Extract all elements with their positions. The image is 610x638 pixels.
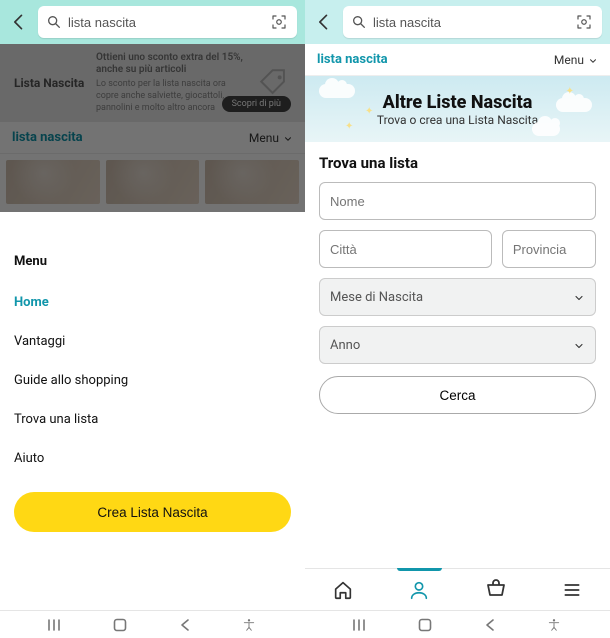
hero-subtitle: Trova o crea una Lista Nascita (377, 113, 538, 127)
promo-subtext: Lo sconto per la lista nascita ora copre… (96, 79, 226, 113)
month-select[interactable]: Mese di Nascita (319, 278, 596, 316)
tag-icon (257, 66, 291, 100)
star-icon: ✦ (365, 106, 373, 117)
hamburger-icon (562, 580, 582, 600)
search-box[interactable] (38, 6, 297, 38)
photo-strip (0, 154, 305, 210)
name-field[interactable] (330, 194, 585, 209)
chevron-down-icon (283, 134, 293, 144)
menu-item-guide[interactable]: Guide allo shopping (14, 361, 291, 400)
month-select-label: Mese di Nascita (330, 290, 423, 305)
search-icon (351, 14, 367, 30)
menu-item-home[interactable]: Home (14, 283, 291, 322)
category-bar: lista nascita Menu (305, 44, 610, 76)
arrow-left-icon (9, 12, 29, 32)
nav-recent[interactable] (352, 616, 370, 634)
menu-item-aiuto[interactable]: Aiuto (14, 439, 291, 478)
menu-item-vantaggi[interactable]: Vantaggi (14, 322, 291, 361)
accessibility-icon (242, 618, 256, 632)
camera-search-button[interactable] (269, 12, 289, 32)
province-field-wrapper (502, 230, 596, 268)
photo-thumb (205, 160, 299, 204)
city-field-wrapper (319, 230, 492, 268)
create-list-button[interactable]: Crea Lista Nascita (14, 492, 291, 532)
tab-account[interactable] (381, 569, 457, 610)
nav-home[interactable] (111, 616, 129, 634)
city-field[interactable] (330, 242, 481, 257)
chevron-down-icon (588, 56, 598, 66)
tab-cart[interactable] (458, 569, 534, 610)
promo-cta[interactable]: Scopri di più (222, 96, 291, 112)
lens-icon (270, 13, 288, 31)
search-input[interactable] (68, 15, 263, 30)
home-icon (332, 579, 354, 601)
menu-dropdown-label: Menu (554, 53, 584, 67)
android-nav-bar (0, 610, 610, 638)
search-bar (305, 0, 610, 44)
photo-thumb (106, 160, 200, 204)
accessibility-icon (547, 618, 561, 632)
search-input[interactable] (373, 15, 568, 30)
back-button[interactable] (8, 11, 30, 33)
nav-home[interactable] (416, 616, 434, 634)
photo-thumb (6, 160, 100, 204)
menu-item-trova[interactable]: Trova una lista (14, 400, 291, 439)
menu-dropdown[interactable]: Menu (554, 53, 598, 67)
cart-icon (484, 578, 508, 602)
search-button[interactable]: Cerca (319, 376, 596, 414)
hero-banner: ✦ ✦ ✦ Altre Liste Nascita Trova o crea u… (305, 76, 610, 142)
category-bar: lista nascita Menu (0, 122, 305, 154)
user-icon (408, 579, 430, 601)
home-outline-icon (418, 618, 432, 632)
nav-accessibility[interactable] (545, 616, 563, 634)
hero-title: Altre Liste Nascita (383, 92, 533, 113)
menu-heading: Menu (14, 254, 291, 269)
close-icon (277, 220, 295, 238)
category-title: lista nascita (317, 52, 388, 67)
cloud-icon (532, 122, 560, 136)
menu-dropdown[interactable]: Menu (249, 131, 293, 145)
search-bar (0, 0, 305, 44)
search-box[interactable] (343, 6, 602, 38)
camera-search-button[interactable] (574, 12, 594, 32)
category-title: lista nascita (12, 130, 83, 145)
lens-icon (575, 13, 593, 31)
back-icon (484, 618, 496, 632)
back-button[interactable] (313, 11, 335, 33)
nav-back[interactable] (176, 616, 194, 634)
search-icon (46, 14, 62, 30)
back-icon (179, 618, 191, 632)
tab-menu[interactable] (534, 569, 610, 610)
menu-dropdown-label: Menu (249, 131, 279, 145)
promo-title: Lista Nascita (14, 76, 86, 90)
recent-icon (48, 619, 64, 631)
star-icon: ✦ (566, 86, 574, 97)
nav-recent[interactable] (47, 616, 65, 634)
cloud-icon (556, 98, 592, 112)
bottom-tab-bar (305, 568, 610, 610)
form-title: Trova una lista (319, 154, 596, 172)
promo-headline: Ottieni uno sconto extra del 15%, anche … (96, 52, 247, 76)
recent-icon (353, 619, 369, 631)
find-list-form: Trova una lista Mese di Nas (305, 142, 610, 568)
year-select-label: Anno (330, 338, 360, 353)
star-icon: ✦ (345, 121, 353, 132)
close-button[interactable] (277, 220, 295, 238)
screen-left: Lista Nascita Ottieni uno sconto extra d… (0, 0, 305, 638)
tab-home[interactable] (305, 569, 381, 610)
nav-accessibility[interactable] (240, 616, 258, 634)
chevron-down-icon (573, 292, 585, 304)
year-select[interactable]: Anno (319, 326, 596, 364)
arrow-left-icon (314, 12, 334, 32)
promo-banner: Lista Nascita Ottieni uno sconto extra d… (0, 44, 305, 122)
name-field-wrapper (319, 182, 596, 220)
screen-right: lista nascita Menu ✦ ✦ ✦ Altre Liste Nas… (305, 0, 610, 638)
chevron-down-icon (573, 340, 585, 352)
province-field[interactable] (513, 242, 585, 257)
menu-panel: Menu Home Vantaggi Guide allo shopping T… (0, 244, 305, 602)
nav-back[interactable] (481, 616, 499, 634)
cloud-icon (319, 84, 355, 98)
home-outline-icon (113, 618, 127, 632)
